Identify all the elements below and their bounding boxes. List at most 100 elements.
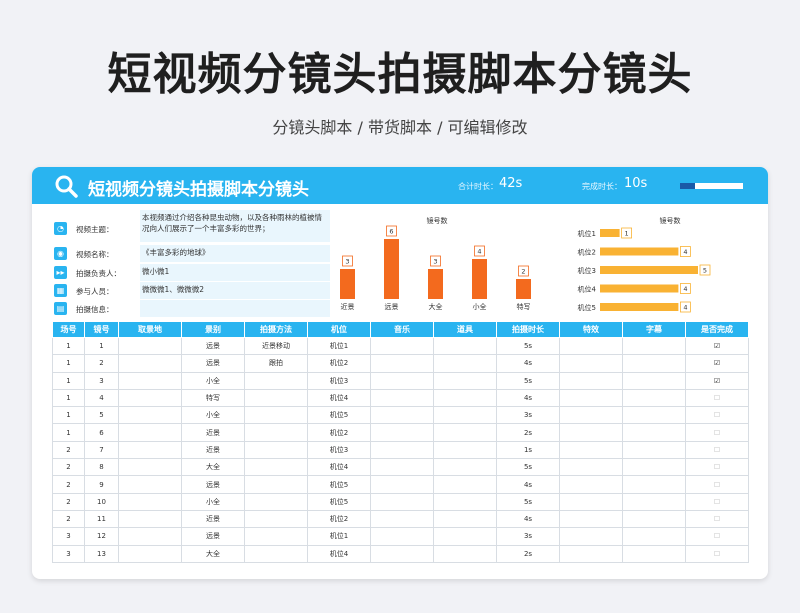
- cell-size[interactable]: 特写: [181, 388, 245, 408]
- cell-props[interactable]: [433, 440, 497, 460]
- cell-camera[interactable]: 机位2: [307, 423, 371, 442]
- cell-fx[interactable]: [559, 544, 623, 563]
- cell-camera[interactable]: 机位3: [307, 440, 371, 460]
- cell-duration[interactable]: 5s: [496, 492, 560, 511]
- cell-caption[interactable]: [622, 458, 686, 477]
- cell-location[interactable]: [118, 527, 182, 546]
- cell-caption[interactable]: [622, 492, 686, 511]
- cell-fx[interactable]: [559, 475, 623, 494]
- cell-method[interactable]: 近景移动: [244, 336, 308, 356]
- cell-music[interactable]: [370, 423, 434, 442]
- cell-duration[interactable]: 5s: [496, 458, 560, 477]
- cell-camera[interactable]: 机位3: [307, 371, 371, 390]
- cell-location[interactable]: [118, 336, 182, 356]
- cell-shot[interactable]: 11: [84, 509, 119, 529]
- cell-shot[interactable]: 10: [84, 492, 119, 511]
- cell-music[interactable]: [370, 440, 434, 460]
- cell-scene[interactable]: 3: [52, 527, 85, 546]
- cell-location[interactable]: [118, 458, 182, 477]
- cell-size[interactable]: 小全: [181, 371, 245, 390]
- cell-camera[interactable]: 机位1: [307, 336, 371, 356]
- cell-music[interactable]: [370, 509, 434, 529]
- cell-fx[interactable]: [559, 354, 623, 373]
- cell-size[interactable]: 近景: [181, 509, 245, 529]
- cell-camera[interactable]: 机位5: [307, 492, 371, 511]
- cell-props[interactable]: [433, 354, 497, 373]
- cell-caption[interactable]: [622, 388, 686, 408]
- cell-fx[interactable]: [559, 371, 623, 390]
- cell-shot[interactable]: 1: [84, 336, 119, 356]
- cell-scene[interactable]: 1: [52, 354, 85, 373]
- cell-location[interactable]: [118, 509, 182, 529]
- cell-caption[interactable]: [622, 354, 686, 373]
- cell-location[interactable]: [118, 423, 182, 442]
- cell-props[interactable]: [433, 423, 497, 442]
- cell-duration[interactable]: 4s: [496, 509, 560, 529]
- cell-music[interactable]: [370, 527, 434, 546]
- done-checkbox[interactable]: ☐: [685, 544, 749, 563]
- cell-size[interactable]: 远景: [181, 527, 245, 546]
- cell-duration[interactable]: 3s: [496, 527, 560, 546]
- cell-shot[interactable]: 7: [84, 440, 119, 460]
- cell-props[interactable]: [433, 336, 497, 356]
- cell-camera[interactable]: 机位1: [307, 527, 371, 546]
- cell-shot[interactable]: 4: [84, 388, 119, 408]
- cell-duration[interactable]: 5s: [496, 336, 560, 356]
- done-checkbox[interactable]: ☑: [685, 336, 749, 356]
- cell-fx[interactable]: [559, 336, 623, 356]
- info-value[interactable]: 微微微1、微微微2: [140, 282, 330, 299]
- cell-location[interactable]: [118, 388, 182, 408]
- cell-shot[interactable]: 2: [84, 354, 119, 373]
- cell-location[interactable]: [118, 406, 182, 425]
- cell-fx[interactable]: [559, 492, 623, 511]
- cell-scene[interactable]: 2: [52, 492, 85, 511]
- cell-music[interactable]: [370, 475, 434, 494]
- cell-location[interactable]: [118, 354, 182, 373]
- cell-fx[interactable]: [559, 423, 623, 442]
- info-value[interactable]: 微小微1: [140, 264, 330, 281]
- cell-scene[interactable]: 1: [52, 388, 85, 408]
- cell-music[interactable]: [370, 458, 434, 477]
- done-checkbox[interactable]: ☑: [685, 371, 749, 390]
- cell-props[interactable]: [433, 458, 497, 477]
- cell-fx[interactable]: [559, 440, 623, 460]
- cell-size[interactable]: 近景: [181, 440, 245, 460]
- cell-duration[interactable]: 3s: [496, 406, 560, 425]
- cell-shot[interactable]: 13: [84, 544, 119, 563]
- cell-method[interactable]: [244, 544, 308, 563]
- info-value[interactable]: 本视频通过介绍各种昆虫动物，以及各种雨林的植被情况向人们展示了一个丰富多彩的世界…: [140, 210, 330, 242]
- cell-location[interactable]: [118, 475, 182, 494]
- cell-size[interactable]: 小全: [181, 406, 245, 425]
- cell-props[interactable]: [433, 509, 497, 529]
- cell-scene[interactable]: 2: [52, 458, 85, 477]
- cell-method[interactable]: [244, 458, 308, 477]
- cell-fx[interactable]: [559, 388, 623, 408]
- info-value[interactable]: [140, 300, 330, 317]
- cell-location[interactable]: [118, 492, 182, 511]
- done-checkbox[interactable]: ☐: [685, 527, 749, 546]
- cell-camera[interactable]: 机位2: [307, 509, 371, 529]
- cell-method[interactable]: [244, 371, 308, 390]
- cell-camera[interactable]: 机位4: [307, 458, 371, 477]
- cell-caption[interactable]: [622, 371, 686, 390]
- cell-music[interactable]: [370, 388, 434, 408]
- cell-size[interactable]: 远景: [181, 475, 245, 494]
- cell-music[interactable]: [370, 354, 434, 373]
- cell-scene[interactable]: 2: [52, 475, 85, 494]
- cell-shot[interactable]: 8: [84, 458, 119, 477]
- cell-size[interactable]: 远景: [181, 354, 245, 373]
- cell-method[interactable]: [244, 475, 308, 494]
- cell-size[interactable]: 远景: [181, 336, 245, 356]
- cell-props[interactable]: [433, 544, 497, 563]
- cell-scene[interactable]: 1: [52, 406, 85, 425]
- cell-camera[interactable]: 机位4: [307, 388, 371, 408]
- cell-method[interactable]: 跟拍: [244, 354, 308, 373]
- cell-scene[interactable]: 1: [52, 423, 85, 442]
- cell-method[interactable]: [244, 492, 308, 511]
- cell-duration[interactable]: 4s: [496, 475, 560, 494]
- cell-caption[interactable]: [622, 475, 686, 494]
- cell-shot[interactable]: 9: [84, 475, 119, 494]
- cell-props[interactable]: [433, 527, 497, 546]
- cell-fx[interactable]: [559, 527, 623, 546]
- cell-caption[interactable]: [622, 336, 686, 356]
